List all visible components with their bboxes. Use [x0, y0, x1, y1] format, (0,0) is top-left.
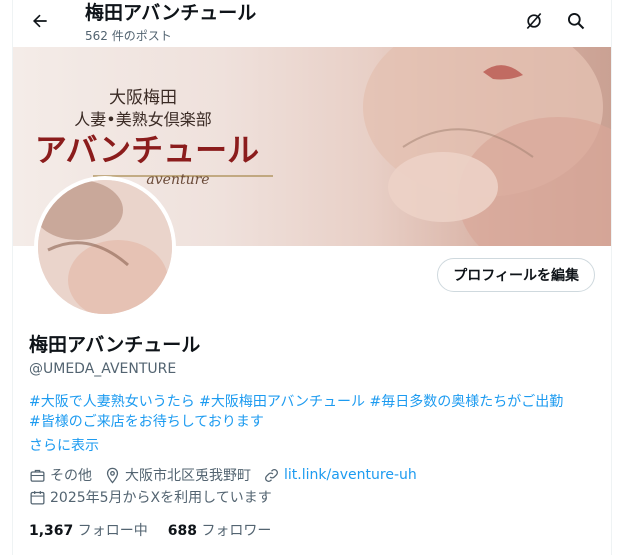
followers-link[interactable]: 688 フォロワー	[168, 520, 272, 540]
calendar-icon	[30, 490, 45, 505]
profile-page: 梅田アバンチュール 562 件のポスト 大阪梅田 人妻•美熟女倶楽部 アバンチュ…	[12, 0, 612, 555]
bio: #大阪で人妻熟女いうたら #大阪梅田アバンチュール #毎日多数の奥様たちがご出勤…	[29, 392, 599, 432]
user-handle: @UMEDA_AVENTURE	[29, 361, 177, 377]
location-item: 大阪市北区兎我野町	[104, 465, 251, 485]
edit-profile-button[interactable]: プロフィールを編集	[437, 258, 595, 292]
top-bar: 梅田アバンチュール 562 件のポスト	[13, 0, 611, 47]
profile-joined: 2025年5月からXを利用しています	[29, 487, 284, 507]
website-link[interactable]: lit.link/aventure-uh	[284, 467, 417, 483]
avatar[interactable]	[34, 176, 176, 318]
display-name: 梅田アバンチュール	[29, 334, 201, 356]
avatar-photo	[38, 180, 172, 314]
svg-text:大阪梅田: 大阪梅田	[109, 88, 177, 108]
following-count: 1,367	[29, 523, 74, 539]
hide-button[interactable]	[522, 9, 546, 33]
followers-count: 688	[167, 523, 197, 539]
category-text: その他	[50, 468, 92, 484]
svg-text:aventure: aventure	[146, 172, 209, 188]
link-icon	[265, 468, 278, 482]
following-link[interactable]: 1,367 フォロー中	[29, 520, 148, 540]
bio-line[interactable]: #大阪で人妻熟女いうたら #大阪梅田アバンチュール #毎日多数の奥様たちがご出勤	[29, 392, 599, 412]
bio-line[interactable]: #皆様のご来店をお待ちしております	[29, 412, 599, 432]
briefcase-icon	[30, 469, 45, 482]
svg-text:人妻•美熟女倶楽部: 人妻•美熟女倶楽部	[74, 110, 211, 129]
svg-text:アバンチュール: アバンチュール	[35, 131, 259, 169]
back-button[interactable]	[27, 8, 53, 34]
search-button[interactable]	[564, 9, 588, 33]
joined-item: 2025年5月からXを利用しています	[29, 487, 272, 507]
eye-off-icon	[526, 12, 542, 30]
category-item: その他	[29, 465, 92, 485]
location-pin-icon	[106, 467, 119, 484]
following-label: フォロー中	[77, 523, 148, 539]
profile-meta: その他 大阪市北区兎我野町 lit.link/aventure-uh	[29, 465, 429, 485]
website-item[interactable]: lit.link/aventure-uh	[263, 467, 417, 484]
show-more-link[interactable]: さらに表示	[29, 435, 99, 455]
page-title: 梅田アバンチュール	[85, 2, 257, 24]
header-title-group: 梅田アバンチュール 562 件のポスト	[85, 0, 256, 44]
joined-text: 2025年5月からXを利用しています	[50, 490, 272, 506]
location-text: 大阪市北区兎我野町	[125, 468, 251, 484]
follow-stats: 1,367 フォロー中 688 フォロワー	[29, 520, 291, 540]
arrow-left-icon	[33, 14, 47, 28]
followers-label: フォロワー	[201, 523, 272, 539]
search-icon	[568, 13, 585, 30]
post-count: 562 件のポスト	[85, 29, 172, 43]
